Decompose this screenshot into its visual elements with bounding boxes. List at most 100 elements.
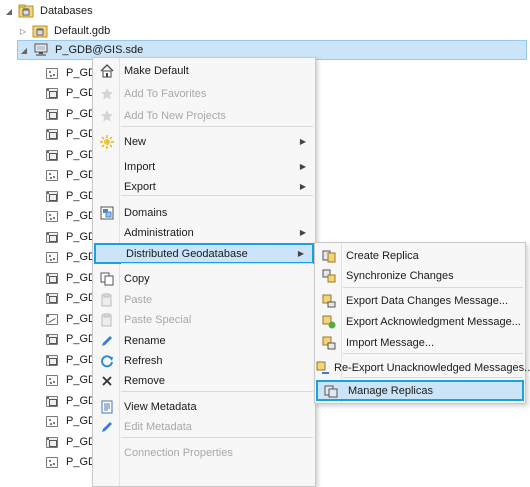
menu-item-create-replica[interactable]: Create Replica (316, 245, 524, 266)
menu-item-add-to-new-projects[interactable]: Add To New Projects (94, 105, 314, 126)
menu-item-label: Export (124, 180, 156, 193)
submenu-arrow-icon: ▶ (299, 228, 306, 237)
distributed-geodatabase-submenu: Create Replica Synchronize Changes Export … (314, 242, 530, 404)
reexport-icon (316, 361, 330, 375)
menu-item-synchronize-changes[interactable]: Synchronize Changes (316, 265, 524, 286)
polygon-feature-class-icon (44, 270, 60, 286)
submenu-arrow-icon: ▶ (297, 249, 304, 258)
export-ack-icon (316, 315, 342, 329)
enterprise-geodatabase-icon (33, 42, 49, 58)
point-feature-class-icon (44, 208, 60, 224)
menu-item-label: Remove (124, 374, 165, 387)
submenu-arrow-icon: ▶ (299, 182, 306, 191)
menu-item-import-message[interactable]: Import Message... (316, 332, 524, 353)
menu-item-remove[interactable]: Remove (94, 370, 314, 391)
menu-item-add-to-favorites[interactable]: Add To Favorites (94, 83, 314, 104)
menu-item-label: Connection Properties (124, 446, 233, 459)
point-feature-class-icon (44, 249, 60, 265)
menu-item-label: Administration (124, 226, 194, 239)
domains-icon (94, 206, 120, 220)
menu-item-make-default[interactable]: Make Default (94, 60, 314, 81)
paste-icon (94, 293, 120, 307)
menu-item-label: Synchronize Changes (346, 269, 454, 282)
sync-icon (316, 269, 342, 283)
star-icon (94, 109, 120, 123)
collapse-arrow-icon[interactable]: ◢ (4, 7, 14, 16)
menu-item-connection-properties[interactable]: Connection Properties (94, 442, 314, 463)
new-icon (94, 134, 120, 149)
import-message-icon (316, 336, 342, 350)
menu-item-paste-special[interactable]: Paste Special (94, 309, 314, 330)
menu-item-export[interactable]: Export ▶ (94, 176, 314, 197)
menu-separator (121, 126, 313, 127)
menu-separator (121, 195, 313, 196)
collapse-arrow-icon[interactable]: ◢ (19, 46, 29, 55)
tree-root-databases[interactable]: ◢ Databases (4, 1, 93, 21)
menu-item-label: Import Message... (346, 336, 435, 349)
menu-item-label: Rename (124, 334, 166, 347)
polygon-feature-class-icon (44, 393, 60, 409)
menu-item-label: Add To New Projects (124, 109, 226, 122)
menu-separator (343, 353, 523, 354)
menu-item-label: Add To Favorites (124, 87, 207, 100)
paste-icon (94, 313, 120, 327)
menu-item-label: Manage Replicas (348, 384, 433, 397)
menu-item-export-data-changes-message[interactable]: Export Data Changes Message... (316, 290, 524, 311)
file-geodatabase-icon (32, 23, 48, 39)
expand-arrow-icon[interactable]: ▷ (18, 27, 28, 36)
menu-item-label: Edit Metadata (124, 420, 192, 433)
star-icon (94, 87, 120, 101)
menu-item-copy[interactable]: Copy (94, 268, 314, 289)
tree-root-label: Databases (40, 5, 93, 17)
polygon-feature-class-icon (44, 126, 60, 142)
menu-item-domains[interactable]: Domains (94, 202, 314, 223)
menu-item-label: Re-Export Unacknowledged Messages... (334, 361, 530, 374)
menu-item-edit-metadata[interactable]: Edit Metadata (94, 416, 314, 437)
menu-item-manage-replicas[interactable]: Manage Replicas (316, 380, 524, 401)
menu-item-refresh[interactable]: Refresh (94, 350, 314, 371)
line-feature-class-icon (44, 311, 60, 327)
polygon-feature-class-icon (44, 188, 60, 204)
export-data-icon (316, 294, 342, 308)
polygon-feature-class-icon (44, 147, 60, 163)
submenu-arrow-icon: ▶ (299, 137, 306, 146)
menu-item-export-acknowledgment-message[interactable]: Export Acknowledgment Message... (316, 311, 524, 332)
menu-item-label: Distributed Geodatabase (126, 247, 248, 260)
polygon-feature-class-icon (44, 331, 60, 347)
database-folder-icon (18, 3, 34, 19)
polygon-feature-class-icon (44, 229, 60, 245)
menu-item-view-metadata[interactable]: View Metadata (94, 396, 314, 417)
menu-item-administration[interactable]: Administration ▶ (94, 222, 314, 243)
menu-item-new[interactable]: New ▶ (94, 131, 314, 152)
menu-item-label: Export Acknowledgment Message... (346, 315, 521, 328)
context-menu: Make Default Add To Favorites Add To New P… (92, 57, 316, 487)
menu-item-paste[interactable]: Paste (94, 289, 314, 310)
menu-item-label: Refresh (124, 354, 163, 367)
menu-item-label: Create Replica (346, 249, 419, 262)
home-icon (94, 63, 120, 78)
polygon-feature-class-icon (44, 85, 60, 101)
polygon-feature-class-icon (44, 434, 60, 450)
menu-item-rename[interactable]: Rename (94, 330, 314, 351)
tree-item-label: Default.gdb (54, 25, 111, 37)
menu-separator (121, 437, 313, 438)
point-feature-class-icon (44, 167, 60, 183)
polygon-feature-class-icon (44, 106, 60, 122)
refresh-icon (94, 354, 120, 368)
menu-item-re-export-unacknowledged-messages[interactable]: Re-Export Unacknowledged Messages... (316, 357, 530, 378)
menu-item-label: Paste Special (124, 313, 192, 326)
point-feature-class-icon (44, 372, 60, 388)
copy-icon (94, 272, 120, 286)
polygon-feature-class-icon (44, 352, 60, 368)
menu-item-label: Make Default (124, 64, 189, 77)
menu-item-distributed-geodatabase[interactable]: Distributed Geodatabase ▶ (94, 243, 314, 264)
manage-replicas-icon (318, 384, 344, 398)
tree-item-default-gdb[interactable]: ▷ Default.gdb (18, 21, 110, 41)
menu-item-label: New (124, 135, 147, 148)
pencil-icon (94, 420, 120, 434)
menu-item-label: Import (124, 160, 156, 173)
menu-item-import[interactable]: Import ▶ (94, 156, 314, 177)
tree-item-label: P_GDB@GIS.sde (55, 44, 144, 56)
remove-icon (94, 374, 120, 388)
point-feature-class-icon (44, 413, 60, 429)
